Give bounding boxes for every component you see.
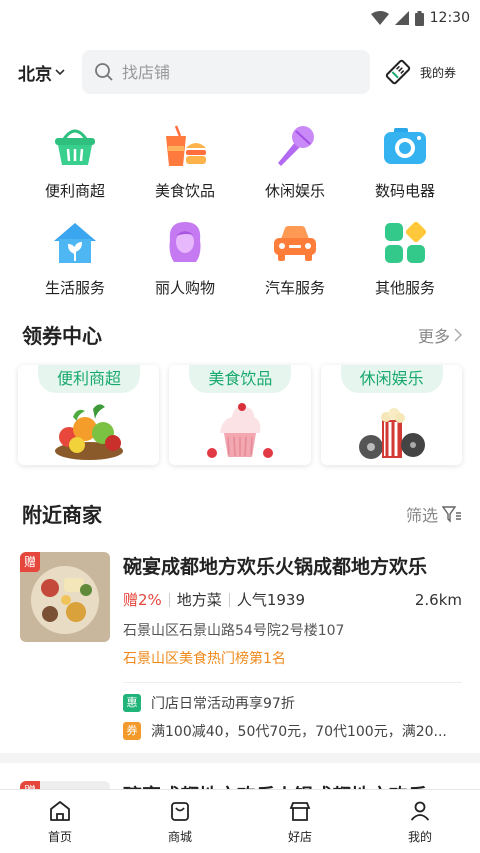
category-item[interactable]: 休闲娱乐 xyxy=(240,122,350,201)
city-label: 北京 xyxy=(18,64,52,85)
merchant-distance: 2.6km xyxy=(414,590,462,609)
category-label: 其他服务 xyxy=(374,279,435,297)
tab-mall[interactable]: 商城 xyxy=(120,790,240,853)
category-item[interactable]: 其他服务 xyxy=(350,219,460,298)
merchant-category: 地方菜 xyxy=(176,591,222,609)
coupon-badge: 券 xyxy=(123,722,141,740)
app-screen: 12:30 北京 我的券 便利商超 美食饮 xyxy=(0,0,480,853)
coupon-card-label: 便利商超 xyxy=(38,365,140,393)
tab-good-shops[interactable]: 好店 xyxy=(240,790,360,853)
tab-label: 我的 xyxy=(407,830,432,844)
coupon-card-label: 休闲娱乐 xyxy=(340,365,443,393)
promo-text: 满100减40，50代70元，70代100元，满20... xyxy=(151,724,447,740)
coupon-card[interactable]: 休闲娱乐 xyxy=(320,365,462,465)
chevron-right-icon xyxy=(454,327,462,342)
category-label: 数码电器 xyxy=(374,182,435,200)
merchant-meta: 赠2% 地方菜 人气1939 2.6km xyxy=(123,589,462,610)
tab-label: 首页 xyxy=(47,830,72,844)
tab-mine[interactable]: 我的 xyxy=(360,790,480,853)
promo-text: 门店日常活动再享97折 xyxy=(151,696,295,712)
promo-row: 惠 门店日常活动再享97折 xyxy=(123,693,462,713)
category-item[interactable]: 美食饮品 xyxy=(130,122,240,201)
status-time: 12:30 xyxy=(429,10,470,26)
merchant-card[interactable]: 赠 碗宴成都地方欢乐火锅成都地方欢乐 赠2% 地方菜 人气1939 2.6km … xyxy=(0,552,480,741)
search-bar[interactable] xyxy=(82,50,370,94)
house-icon xyxy=(51,219,99,267)
coupon-center-title: 领券中心 xyxy=(22,324,102,348)
category-label: 美食饮品 xyxy=(154,182,215,200)
popcorn-film-image xyxy=(321,395,462,461)
merchant-popularity: 人气1939 xyxy=(236,591,305,609)
more-label: 更多 xyxy=(417,326,450,346)
merchant-info: 碗宴成都地方欢乐火锅成都地方欢乐 赠2% 地方菜 人气1939 2.6km 石景… xyxy=(123,552,462,741)
gift-badge: 赠 xyxy=(20,552,40,572)
divider xyxy=(123,682,462,683)
top-header: 北京 我的券 xyxy=(0,36,480,108)
filter-icon xyxy=(442,505,461,523)
status-bar: 12:30 xyxy=(0,0,480,36)
my-coupons-label: 我的券 xyxy=(420,65,457,80)
filter-label: 筛选 xyxy=(405,505,438,525)
category-label: 丽人购物 xyxy=(154,279,215,297)
shopping-bag-icon xyxy=(171,802,189,821)
category-label: 生活服务 xyxy=(44,279,105,297)
nearby-header: 附近商家 筛选 xyxy=(0,499,480,528)
divider xyxy=(168,592,170,607)
merchant-name: 碗宴成都地方欢乐火锅成都地方欢乐 xyxy=(123,556,428,578)
merchant-address: 石景山区石景山路54号院2号楼107 xyxy=(123,623,345,639)
nearby-title: 附近商家 xyxy=(22,503,102,527)
discount-badge: 惠 xyxy=(123,694,141,712)
coupon-card-label: 美食饮品 xyxy=(189,365,292,393)
city-selector[interactable]: 北京 xyxy=(18,60,82,85)
fruit-basket-image xyxy=(18,395,159,461)
coupon-card[interactable]: 美食饮品 xyxy=(169,365,311,465)
wifi-icon xyxy=(370,11,389,25)
user-icon xyxy=(410,801,430,821)
divider xyxy=(228,592,230,607)
food-drink-icon xyxy=(161,122,209,170)
promo-row: 券 满100减40，50代70元，70代100元，满20... xyxy=(123,721,462,741)
section-divider xyxy=(0,753,480,763)
search-input[interactable] xyxy=(122,62,342,82)
search-icon xyxy=(95,63,113,81)
more-link[interactable]: 更多 xyxy=(418,323,462,347)
shop-icon xyxy=(289,802,311,821)
tab-home[interactable]: 首页 xyxy=(0,790,120,853)
car-icon xyxy=(271,219,319,267)
category-label: 休闲娱乐 xyxy=(264,182,325,200)
home-icon xyxy=(50,801,70,821)
category-item[interactable]: 丽人购物 xyxy=(130,219,240,298)
merchant-thumbnail: 赠 xyxy=(20,552,110,642)
merchant-rank: 石景山区美食热门榜第1名 xyxy=(123,651,286,667)
ticket-icon xyxy=(385,59,411,85)
category-label: 汽车服务 xyxy=(264,279,325,297)
microphone-icon xyxy=(271,122,319,170)
my-coupons-button[interactable]: 我的券 xyxy=(384,58,456,86)
battery-icon xyxy=(414,10,424,26)
cupcake-image xyxy=(169,395,310,461)
merchant-gift-rate: 赠2% xyxy=(123,591,162,609)
basket-icon xyxy=(51,122,99,170)
coupon-center-header: 领券中心 更多 xyxy=(0,320,480,349)
grid-icon xyxy=(381,219,429,267)
chevron-down-icon xyxy=(55,69,65,76)
bottom-tab-bar: 首页 商城 好店 我的 xyxy=(0,789,480,853)
woman-icon xyxy=(161,219,209,267)
coupon-card[interactable]: 便利商超 xyxy=(18,365,160,465)
category-item[interactable]: 生活服务 xyxy=(20,219,130,298)
filter-button[interactable]: 筛选 xyxy=(406,502,462,526)
coupon-cards: 便利商超 美食饮品 休闲娱乐 xyxy=(0,365,480,465)
signal-icon xyxy=(394,11,409,25)
category-item[interactable]: 数码电器 xyxy=(350,122,460,201)
category-item[interactable]: 汽车服务 xyxy=(240,219,350,298)
category-grid: 便利商超 美食饮品 休闲娱乐 数码电器 生活服务 丽人购物 汽车服务 其他服务 xyxy=(0,108,480,298)
tab-label: 商城 xyxy=(167,830,192,844)
category-label: 便利商超 xyxy=(44,182,105,200)
camera-icon xyxy=(381,122,429,170)
category-item[interactable]: 便利商超 xyxy=(20,122,130,201)
tab-label: 好店 xyxy=(287,830,312,844)
